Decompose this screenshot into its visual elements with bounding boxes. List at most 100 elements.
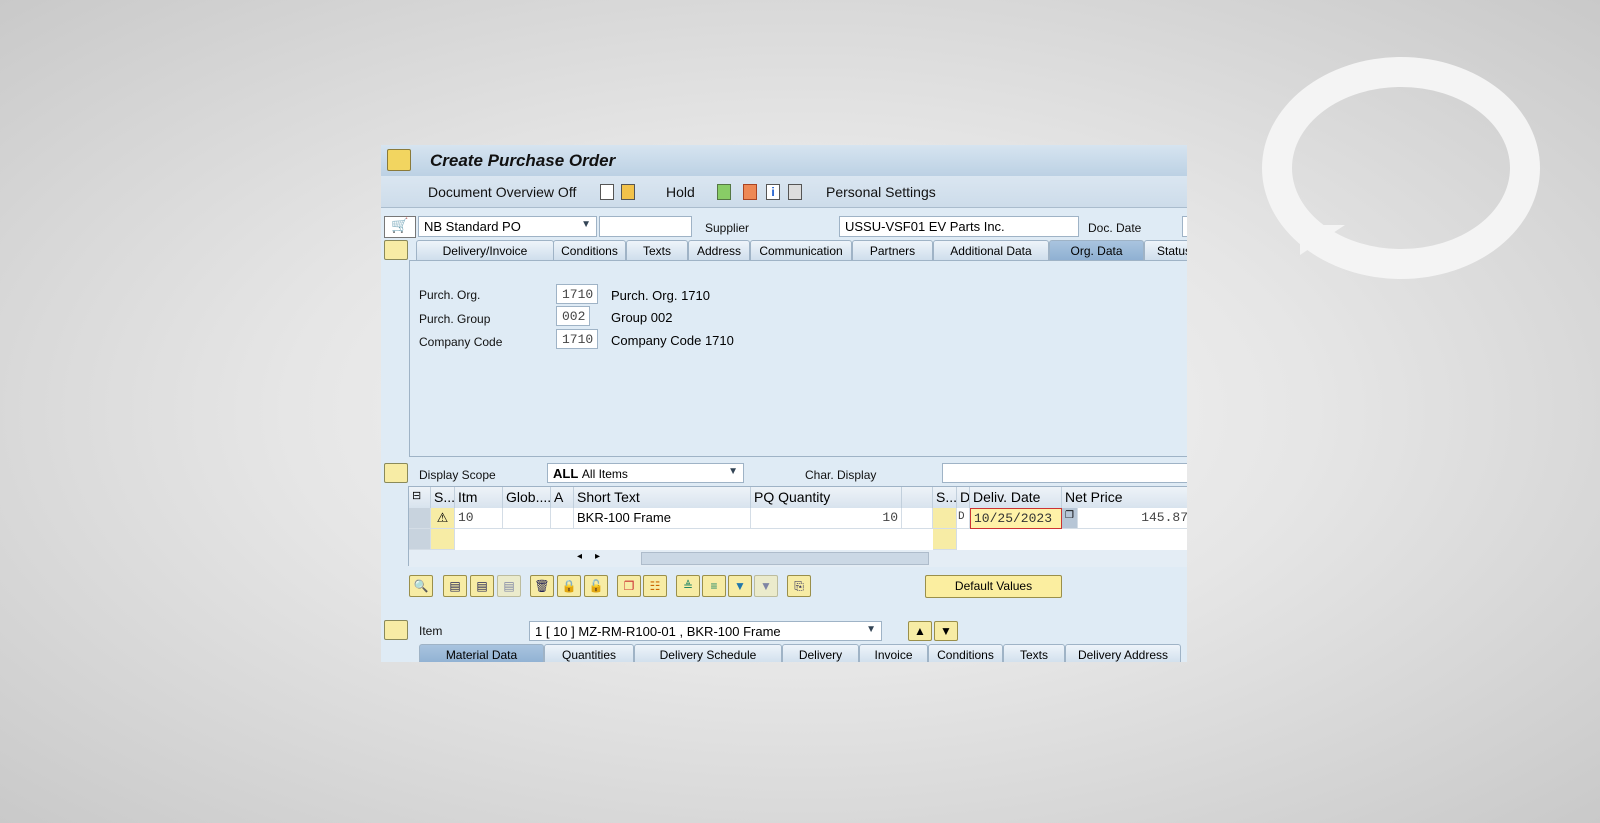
cell-item[interactable]: 10: [455, 508, 503, 529]
app-icon[interactable]: [387, 149, 411, 171]
messages-icon[interactable]: [743, 184, 757, 200]
doc-type-value: NB Standard PO: [424, 219, 521, 234]
tab-material-data[interactable]: Material Data: [419, 644, 544, 662]
doc-date-input[interactable]: [1182, 216, 1187, 237]
cell-d[interactable]: D: [957, 508, 970, 529]
empty-status-cell[interactable]: [431, 529, 455, 550]
warning-icon[interactable]: ⚠: [431, 508, 455, 529]
col-item[interactable]: Itm: [455, 487, 503, 508]
col-short-text[interactable]: Short Text: [574, 487, 751, 508]
tab-delivery-invoice[interactable]: Delivery/Invoice: [416, 240, 554, 260]
tab-conditions-item[interactable]: Conditions: [928, 644, 1003, 662]
tab-delivery[interactable]: Delivery: [782, 644, 859, 662]
filter-icon[interactable]: ▼: [728, 575, 752, 597]
other-document-icon[interactable]: [621, 184, 635, 200]
purch-group-input[interactable]: 002: [556, 306, 590, 326]
tab-invoice[interactable]: Invoice: [859, 644, 928, 662]
hold-button[interactable]: Hold: [666, 184, 695, 200]
tab-additional-data[interactable]: Additional Data: [933, 240, 1049, 260]
col-glob[interactable]: Glob....: [503, 487, 551, 508]
expand-header-icon[interactable]: [384, 240, 408, 260]
window-title: Create Purchase Order: [430, 151, 616, 170]
chevron-down-icon: ▼: [581, 219, 591, 230]
col-d[interactable]: D: [957, 487, 970, 508]
tab-texts-item[interactable]: Texts: [1003, 644, 1065, 662]
delete-icon[interactable]: 🗑: [530, 575, 554, 597]
tab-communication[interactable]: Communication: [750, 240, 852, 260]
personal-settings-button[interactable]: Personal Settings: [826, 184, 936, 200]
scroll-left-icon[interactable]: ◂: [577, 551, 582, 562]
company-code-input[interactable]: 1710: [556, 329, 598, 349]
display-scope-label: Display Scope: [419, 468, 496, 482]
empty-s-cell[interactable]: [933, 529, 957, 550]
cell-quantity[interactable]: 10: [751, 508, 902, 529]
tab-delivery-address[interactable]: Delivery Address: [1065, 644, 1181, 662]
tab-conditions[interactable]: Conditions: [553, 240, 626, 260]
default-values-button[interactable]: Default Values: [925, 575, 1062, 598]
tab-status[interactable]: Status: [1144, 240, 1187, 260]
items-table: ⊟ S... Itm Glob.... A Short Text PQ Quan…: [408, 486, 1187, 567]
col-deliv-date[interactable]: Deliv. Date: [970, 487, 1062, 508]
row-selector[interactable]: [409, 508, 431, 529]
table-settings-icon[interactable]: ⊟: [409, 487, 431, 508]
row-selector[interactable]: [409, 529, 431, 550]
copy-icon[interactable]: ❐: [1062, 508, 1078, 529]
scroll-right-icon[interactable]: ▸: [595, 551, 600, 562]
remove-filter-icon[interactable]: ▼: [754, 575, 778, 597]
col-status[interactable]: S...: [431, 487, 455, 508]
col-s[interactable]: S...: [933, 487, 957, 508]
info-icon[interactable]: i: [766, 184, 780, 200]
supplier-label: Supplier: [705, 221, 750, 235]
purch-group-desc: Group 002: [611, 310, 673, 325]
display-scope-dropdown[interactable]: ALL All Items ▼: [547, 463, 744, 483]
po-number-input[interactable]: [599, 216, 692, 237]
col-a[interactable]: A: [551, 487, 574, 508]
col-blank[interactable]: [902, 487, 933, 508]
expand-items-icon[interactable]: [384, 463, 408, 483]
purch-org-input[interactable]: 1710: [556, 284, 598, 304]
split-icon[interactable]: ☷: [643, 575, 667, 597]
tab-quantities[interactable]: Quantities: [544, 644, 634, 662]
cell-short-text[interactable]: BKR-100 Frame: [574, 508, 751, 529]
add-row-icon[interactable]: ▤: [443, 575, 467, 597]
sort-icon[interactable]: ≜: [676, 575, 700, 597]
horizontal-scrollbar[interactable]: ◂ ▸: [409, 550, 1187, 567]
col-pq-quantity[interactable]: PQ Quantity: [751, 487, 902, 508]
cell-glob[interactable]: [503, 508, 551, 529]
previous-item-button[interactable]: ▲: [908, 621, 932, 641]
tab-texts[interactable]: Texts: [626, 240, 688, 260]
cell-blank[interactable]: [902, 508, 933, 529]
cell-net-price[interactable]: 145.87: [1078, 508, 1187, 529]
check-icon[interactable]: [717, 184, 731, 200]
details-icon[interactable]: 🔍: [409, 575, 433, 597]
col-net-price[interactable]: Net Price: [1062, 487, 1187, 508]
tab-org-data[interactable]: Org. Data: [1049, 240, 1144, 260]
lock-icon[interactable]: 🔒: [557, 575, 581, 597]
tab-partners[interactable]: Partners: [852, 240, 933, 260]
item-dropdown[interactable]: 1 [ 10 ] MZ-RM-R100-01 , BKR-100 Frame ▼: [529, 621, 882, 641]
cell-s[interactable]: [933, 508, 957, 529]
purch-org-desc: Purch. Org. 1710: [611, 288, 710, 303]
tab-delivery-schedule[interactable]: Delivery Schedule: [634, 644, 782, 662]
tab-address[interactable]: Address: [688, 240, 750, 260]
scroll-thumb[interactable]: [641, 552, 929, 565]
supplier-input[interactable]: USSU-VSF01 EV Parts Inc.: [839, 216, 1079, 237]
new-document-icon[interactable]: [600, 184, 614, 200]
shopping-cart-icon[interactable]: 🛒: [384, 216, 416, 238]
cell-deliv-date[interactable]: 10/25/2023: [970, 508, 1062, 529]
next-item-button[interactable]: ▼: [934, 621, 958, 641]
unlock-icon[interactable]: 🔓: [584, 575, 608, 597]
copy-icon[interactable]: ❐: [617, 575, 641, 597]
char-display-input[interactable]: [942, 463, 1187, 483]
insert-row-icon[interactable]: ▤: [470, 575, 494, 597]
company-code-desc: Company Code 1710: [611, 333, 734, 348]
doc-type-dropdown[interactable]: NB Standard PO ▼: [418, 216, 597, 237]
purch-group-label: Purch. Group: [419, 312, 491, 326]
document-overview-button[interactable]: Document Overview Off: [428, 184, 576, 200]
cell-a[interactable]: [551, 508, 574, 529]
copy-row-icon[interactable]: ▤: [497, 575, 521, 597]
print-preview-icon[interactable]: [788, 184, 802, 200]
expand-item-detail-icon[interactable]: [384, 620, 408, 640]
attachment-icon[interactable]: ⎘: [787, 575, 811, 597]
sort-descending-icon[interactable]: ≡: [702, 575, 726, 597]
